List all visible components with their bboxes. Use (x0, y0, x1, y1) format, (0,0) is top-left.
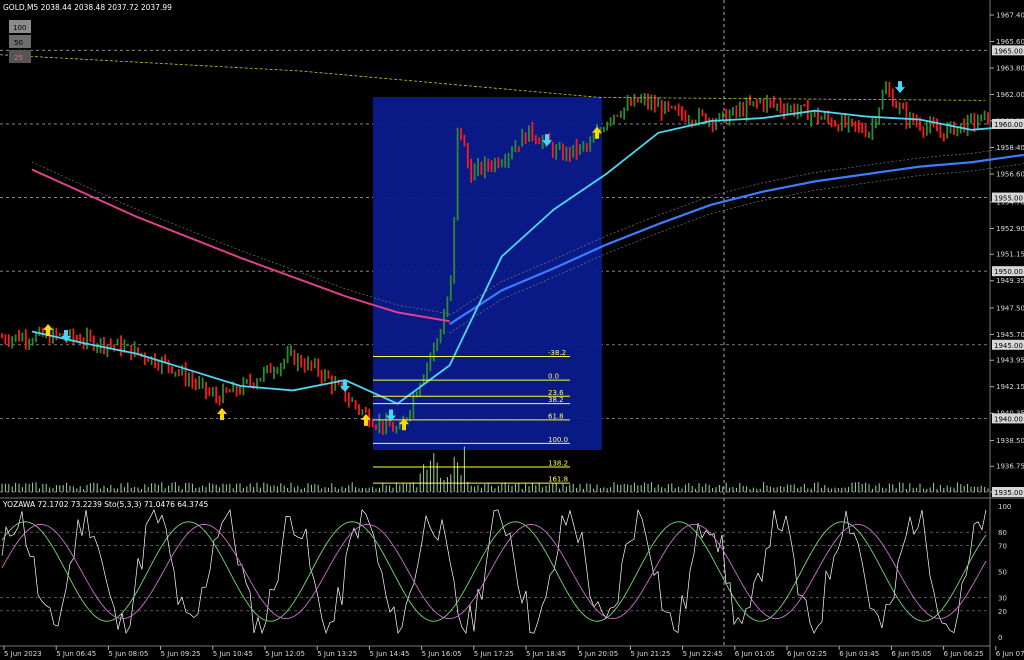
time-tick-label: 5 Jun 20:05 (578, 650, 618, 658)
time-tick-label: 5 Jun 06:45 (56, 650, 96, 658)
osc-tick-label: 70 (998, 542, 1007, 550)
round-level-label: 1945.00 (994, 342, 1023, 350)
time-tick-label: 6 Jun 05:05 (891, 650, 931, 658)
level-buttons: 100 50 25 (9, 20, 31, 63)
price-tick-label: 1967.40 (996, 12, 1024, 20)
time-tick-label: 5 Jun 09:25 (161, 650, 201, 658)
price-tick-label: 1958.40 (996, 144, 1024, 152)
price-tick-label: 1938.50 (996, 437, 1024, 445)
fib-level-label: 61.8 (548, 412, 564, 420)
osc-tick-label: 80 (998, 529, 1007, 537)
time-tick-label: 6 Jun 06:25 (944, 650, 984, 658)
symbol-header: GOLD,M5 2038.44 2038.48 2037.72 2037.99 (3, 3, 172, 12)
time-tick-label: 5 Jun 16:05 (422, 650, 462, 658)
fib-level-label: 0.0 (548, 373, 559, 381)
price-tick-label: 1949.35 (996, 277, 1024, 285)
level-button-50-label: 50 (14, 39, 23, 47)
time-tick-label: 5 Jun 22:45 (683, 650, 723, 658)
time-tick-label: 6 Jun 01:05 (735, 650, 775, 658)
round-level-label: 1965.00 (994, 47, 1023, 55)
osc-tick-label: 30 (998, 595, 1007, 603)
fib-level-label: 138.2 (548, 459, 568, 467)
time-tick-label: 6 Jun 07:45 (996, 650, 1024, 658)
chart-canvas: -38.20.023.638.261.8100.0138.2161.8 1967… (0, 0, 1024, 660)
time-tick-label: 6 Jun 03:45 (839, 650, 879, 658)
fib-level-label: -38.2 (548, 349, 566, 357)
price-tick-label: 1936.75 (996, 463, 1024, 471)
price-tick-label: 1942.15 (996, 383, 1024, 391)
osc-tick-label: 50 (998, 569, 1007, 577)
round-level-label: 1950.00 (994, 268, 1023, 276)
round-level-label: 1955.00 (994, 195, 1023, 203)
round-level-label: 1940.00 (994, 415, 1023, 423)
time-tick-label: 5 Jun 17:25 (474, 650, 514, 658)
time-tick-label: 5 Jun 08:05 (108, 650, 148, 658)
time-tick-label: 5 Jun 12:05 (265, 650, 305, 658)
round-level-label: 1960.00 (994, 121, 1023, 129)
fib-level-label: 38.2 (548, 396, 564, 404)
price-tick-label: 1943.95 (996, 357, 1024, 365)
time-tick-label: 5 Jun 2023 (4, 650, 42, 658)
indicator-header: YOZAWA 72.1702 73.2239 Sto(5,3,3) 71.047… (2, 500, 209, 509)
time-tick-label: 5 Jun 21:25 (630, 650, 670, 658)
price-tick-label: 1956.60 (996, 171, 1024, 179)
time-tick-label: 5 Jun 10:45 (213, 650, 253, 658)
price-tick-label: 1945.70 (996, 331, 1024, 339)
price-tick-label: 1962.00 (996, 91, 1024, 99)
level-button-100-label: 100 (13, 24, 26, 32)
price-tick-label: 1965.60 (996, 38, 1024, 46)
fib-level-label: 161.8 (548, 476, 568, 484)
price-tick-label: 1947.50 (996, 304, 1024, 312)
osc-tick-label: 0 (998, 634, 1002, 642)
osc-tick-label: 20 (998, 608, 1007, 616)
price-tick-label: 1951.15 (996, 251, 1024, 259)
price-tick-label: 1963.80 (996, 65, 1024, 73)
time-tick-label: 6 Jun 02:25 (787, 650, 827, 658)
round-level-label: 1935.00 (994, 489, 1023, 497)
price-tick-label: 1952.90 (996, 225, 1024, 233)
osc-tick-label: 100 (998, 503, 1011, 511)
time-tick-label: 5 Jun 14:45 (369, 650, 409, 658)
time-tick-label: 5 Jun 13:25 (317, 650, 357, 658)
fib-level-label: 100.0 (548, 436, 568, 444)
level-button-25-label: 25 (14, 54, 23, 62)
time-tick-label: 5 Jun 18:45 (526, 650, 566, 658)
